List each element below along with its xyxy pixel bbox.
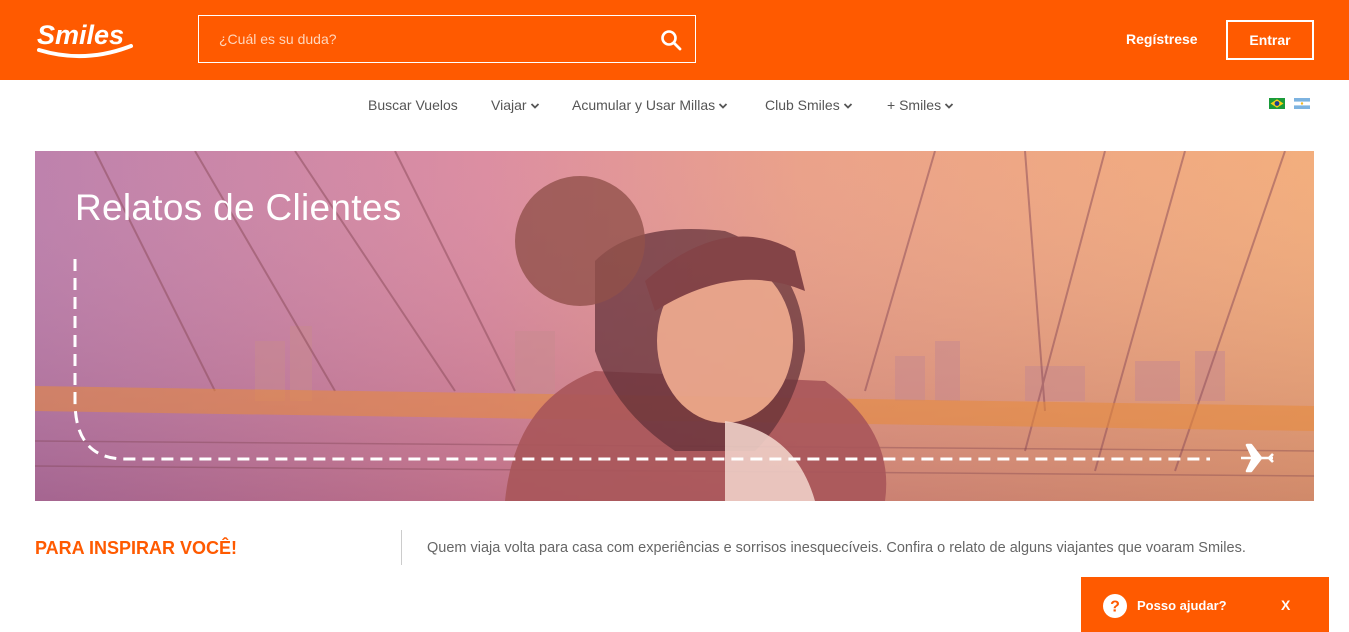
help-chat-widget[interactable]: ? Posso ajudar? X	[1081, 577, 1329, 632]
hero-title: Relatos de Clientes	[75, 187, 402, 228]
login-button[interactable]: Entrar	[1226, 20, 1314, 60]
chevron-down-icon	[719, 103, 728, 110]
nav-item-buscar-vuelos[interactable]: Buscar Vuelos	[368, 97, 458, 113]
brazil-flag-icon[interactable]	[1269, 98, 1285, 109]
question-icon: ?	[1103, 594, 1127, 618]
section-title: PARA INSPIRAR VOCÊ!	[35, 538, 238, 558]
nav-item-label: Buscar Vuelos	[368, 97, 458, 113]
nav-item-viajar[interactable]: Viajar	[491, 97, 540, 113]
nav-item-label: + Smiles	[887, 97, 942, 113]
nav-item-label: Club Smiles	[765, 97, 840, 113]
top-header: Smiles Regístrese Entrar	[0, 0, 1349, 80]
svg-text:?: ?	[1110, 599, 1120, 616]
divider	[401, 530, 402, 565]
section-description: Quem viaja volta para casa com experiênc…	[427, 540, 1246, 556]
airplane-icon	[1241, 443, 1274, 473]
chevron-down-icon	[944, 103, 954, 110]
smiles-logo[interactable]: Smiles	[35, 14, 135, 64]
nav-item-acumular[interactable]: Acumular y Usar Millas	[572, 97, 728, 113]
search-box	[198, 15, 696, 63]
chevron-down-icon	[843, 103, 852, 110]
register-link[interactable]: Regístrese	[1126, 31, 1198, 47]
hero-banner: Relatos de Clientes	[35, 151, 1314, 501]
logo-text: Smiles	[37, 20, 124, 50]
search-input[interactable]	[199, 16, 639, 62]
main-nav: Buscar Vuelos Viajar Acumular y Usar Mil…	[0, 80, 1349, 132]
close-button[interactable]: X	[1281, 597, 1290, 613]
chevron-down-icon	[530, 103, 539, 110]
nav-item-label: Acumular y Usar Millas	[572, 97, 716, 113]
nav-item-mas-smiles[interactable]: + Smiles	[887, 97, 954, 113]
nav-item-label: Viajar	[491, 97, 527, 113]
nav-item-club-smiles[interactable]: Club Smiles	[765, 97, 853, 113]
search-icon[interactable]	[659, 28, 683, 52]
argentina-flag-icon[interactable]	[1294, 98, 1310, 109]
help-label: Posso ajudar?	[1137, 598, 1227, 613]
